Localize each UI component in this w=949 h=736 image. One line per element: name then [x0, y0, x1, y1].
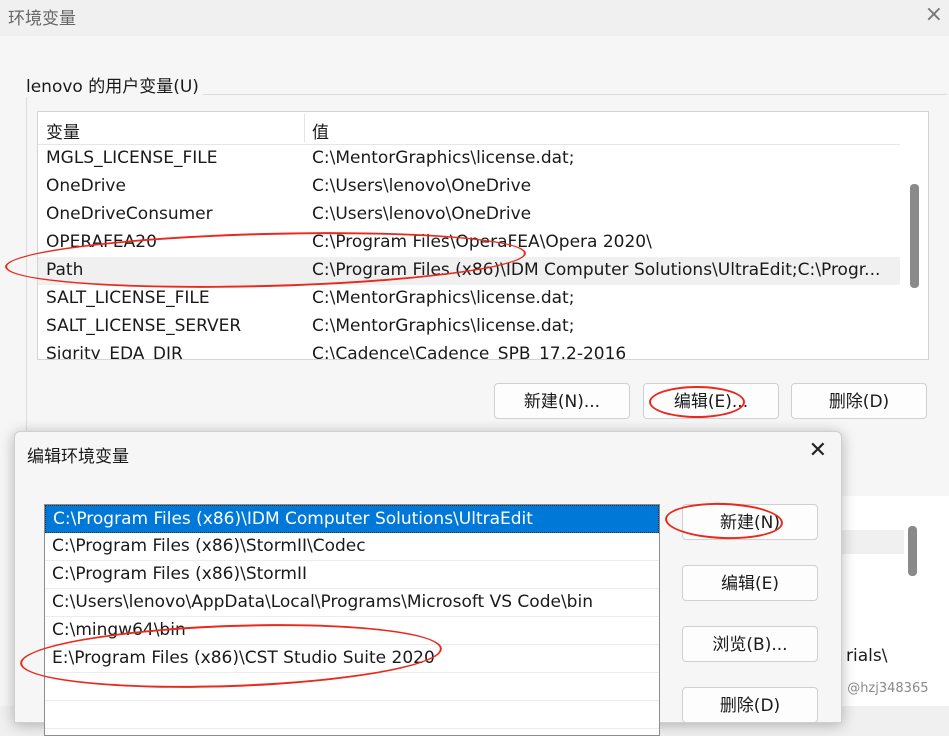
new-path-button[interactable]: 新建(N) — [682, 504, 818, 540]
table-row[interactable]: SALT_LICENSE_SERVER C:\MentorGraphics\li… — [38, 313, 900, 341]
table-row-selected[interactable] — [838, 530, 904, 554]
delete-path-button[interactable]: 删除(D) — [682, 687, 818, 723]
table-row[interactable]: OPERAFEA20 C:\Program Files\OperaFEA\Ope… — [38, 229, 900, 257]
var-name: Path — [46, 260, 84, 280]
path-text: C:\Users\lenovo\AppData\Local\Programs\M… — [52, 592, 593, 612]
column-divider[interactable] — [304, 114, 305, 142]
new-var-button[interactable]: 新建(N)... — [494, 383, 630, 419]
var-value: C:\Program Files (x86)\IDM Computer Solu… — [312, 260, 881, 280]
path-text: C:\Program Files (x86)\IDM Computer Solu… — [53, 509, 533, 529]
path-list[interactable]: C:\Program Files (x86)\IDM Computer Solu… — [44, 504, 660, 736]
system-vars-table[interactable]: rials\ — [838, 496, 949, 706]
user-vars-table[interactable]: 变量 值 MGLS_LICENSE_FILE C:\MentorGraphics… — [37, 111, 929, 360]
list-item-selected[interactable]: C:\Program Files (x86)\IDM Computer Solu… — [45, 505, 659, 533]
edit-env-dialog: 编辑环境变量 ✕ C:\Program Files (x86)\IDM Comp… — [14, 431, 842, 736]
var-name: OPERAFEA20 — [46, 232, 157, 252]
edit-var-button[interactable]: 编辑(E)... — [643, 383, 779, 419]
var-value: C:\Users\lenovo\OneDrive — [312, 176, 532, 196]
var-name: SALT_LICENSE_FILE — [46, 288, 210, 308]
browse-button[interactable]: 浏览(B)... — [682, 626, 818, 662]
table-row-selected[interactable]: Path C:\Program Files (x86)\IDM Computer… — [38, 257, 900, 285]
var-name: Sigrity_EDA_DIR — [46, 344, 183, 360]
list-item[interactable]: E:\Program Files (x86)\CST Studio Suite … — [45, 645, 659, 673]
table-row[interactable]: OneDriveConsumer C:\Users\lenovo\OneDriv… — [38, 201, 900, 229]
var-value: C:\MentorGraphics\license.dat; — [312, 288, 575, 308]
delete-var-button[interactable]: 删除(D) — [791, 383, 927, 419]
list-item[interactable] — [45, 701, 659, 729]
path-text: C:\Program Files (x86)\StormII — [52, 564, 307, 584]
window-titlebar: 环境变量 × — [0, 0, 949, 36]
path-text: E:\Program Files (x86)\CST Studio Suite … — [52, 648, 435, 668]
list-item[interactable]: C:\Program Files (x86)\StormII\Codec — [45, 533, 659, 561]
var-name: OneDrive — [46, 176, 126, 196]
path-text: C:\mingw64\bin — [52, 620, 186, 640]
var-value: C:\MentorGraphics\license.dat; — [312, 316, 575, 336]
var-value: C:\Cadence\Cadence_SPB_17.2-2016 — [312, 344, 627, 360]
table-scrollbar[interactable] — [902, 112, 928, 359]
list-item[interactable] — [45, 673, 659, 701]
window-title: 环境变量 — [8, 9, 76, 29]
dialog-title: 编辑环境变量 — [27, 447, 129, 467]
var-name: MGLS_LICENSE_FILE — [46, 148, 218, 168]
list-item[interactable]: C:\mingw64\bin — [45, 617, 659, 645]
scrollbar-thumb[interactable] — [908, 526, 917, 576]
var-name: SALT_LICENSE_SERVER — [46, 316, 242, 336]
scrollbar-thumb[interactable] — [910, 184, 919, 288]
var-name: OneDriveConsumer — [46, 204, 213, 224]
var-value: C:\Program Files\OperaFEA\Opera 2020\ — [312, 232, 652, 252]
close-icon[interactable]: ✕ — [809, 438, 827, 463]
column-header-value[interactable]: 值 — [312, 118, 329, 143]
table-header: 变量 值 — [38, 112, 900, 145]
var-value-fragment: rials\ — [846, 646, 888, 666]
var-value: C:\MentorGraphics\license.dat; — [312, 148, 575, 168]
column-header-name[interactable]: 变量 — [46, 118, 80, 143]
table-row[interactable]: MGLS_LICENSE_FILE C:\MentorGraphics\lice… — [38, 145, 900, 173]
table-row[interactable]: OneDrive C:\Users\lenovo\OneDrive — [38, 173, 900, 201]
close-icon[interactable]: × — [925, 2, 943, 27]
list-item[interactable]: C:\Users\lenovo\AppData\Local\Programs\M… — [45, 589, 659, 617]
table-row[interactable]: Sigrity_EDA_DIR C:\Cadence\Cadence_SPB_1… — [38, 341, 900, 360]
path-text: C:\Program Files (x86)\StormII\Codec — [52, 536, 366, 556]
user-vars-group-label: lenovo 的用户变量(U) — [22, 72, 203, 97]
edit-path-button[interactable]: 编辑(E) — [682, 565, 818, 601]
var-value: C:\Users\lenovo\OneDrive — [312, 204, 532, 224]
table-row[interactable]: SALT_LICENSE_FILE C:\MentorGraphics\lice… — [38, 285, 900, 313]
list-item[interactable]: C:\Program Files (x86)\StormII — [45, 561, 659, 589]
